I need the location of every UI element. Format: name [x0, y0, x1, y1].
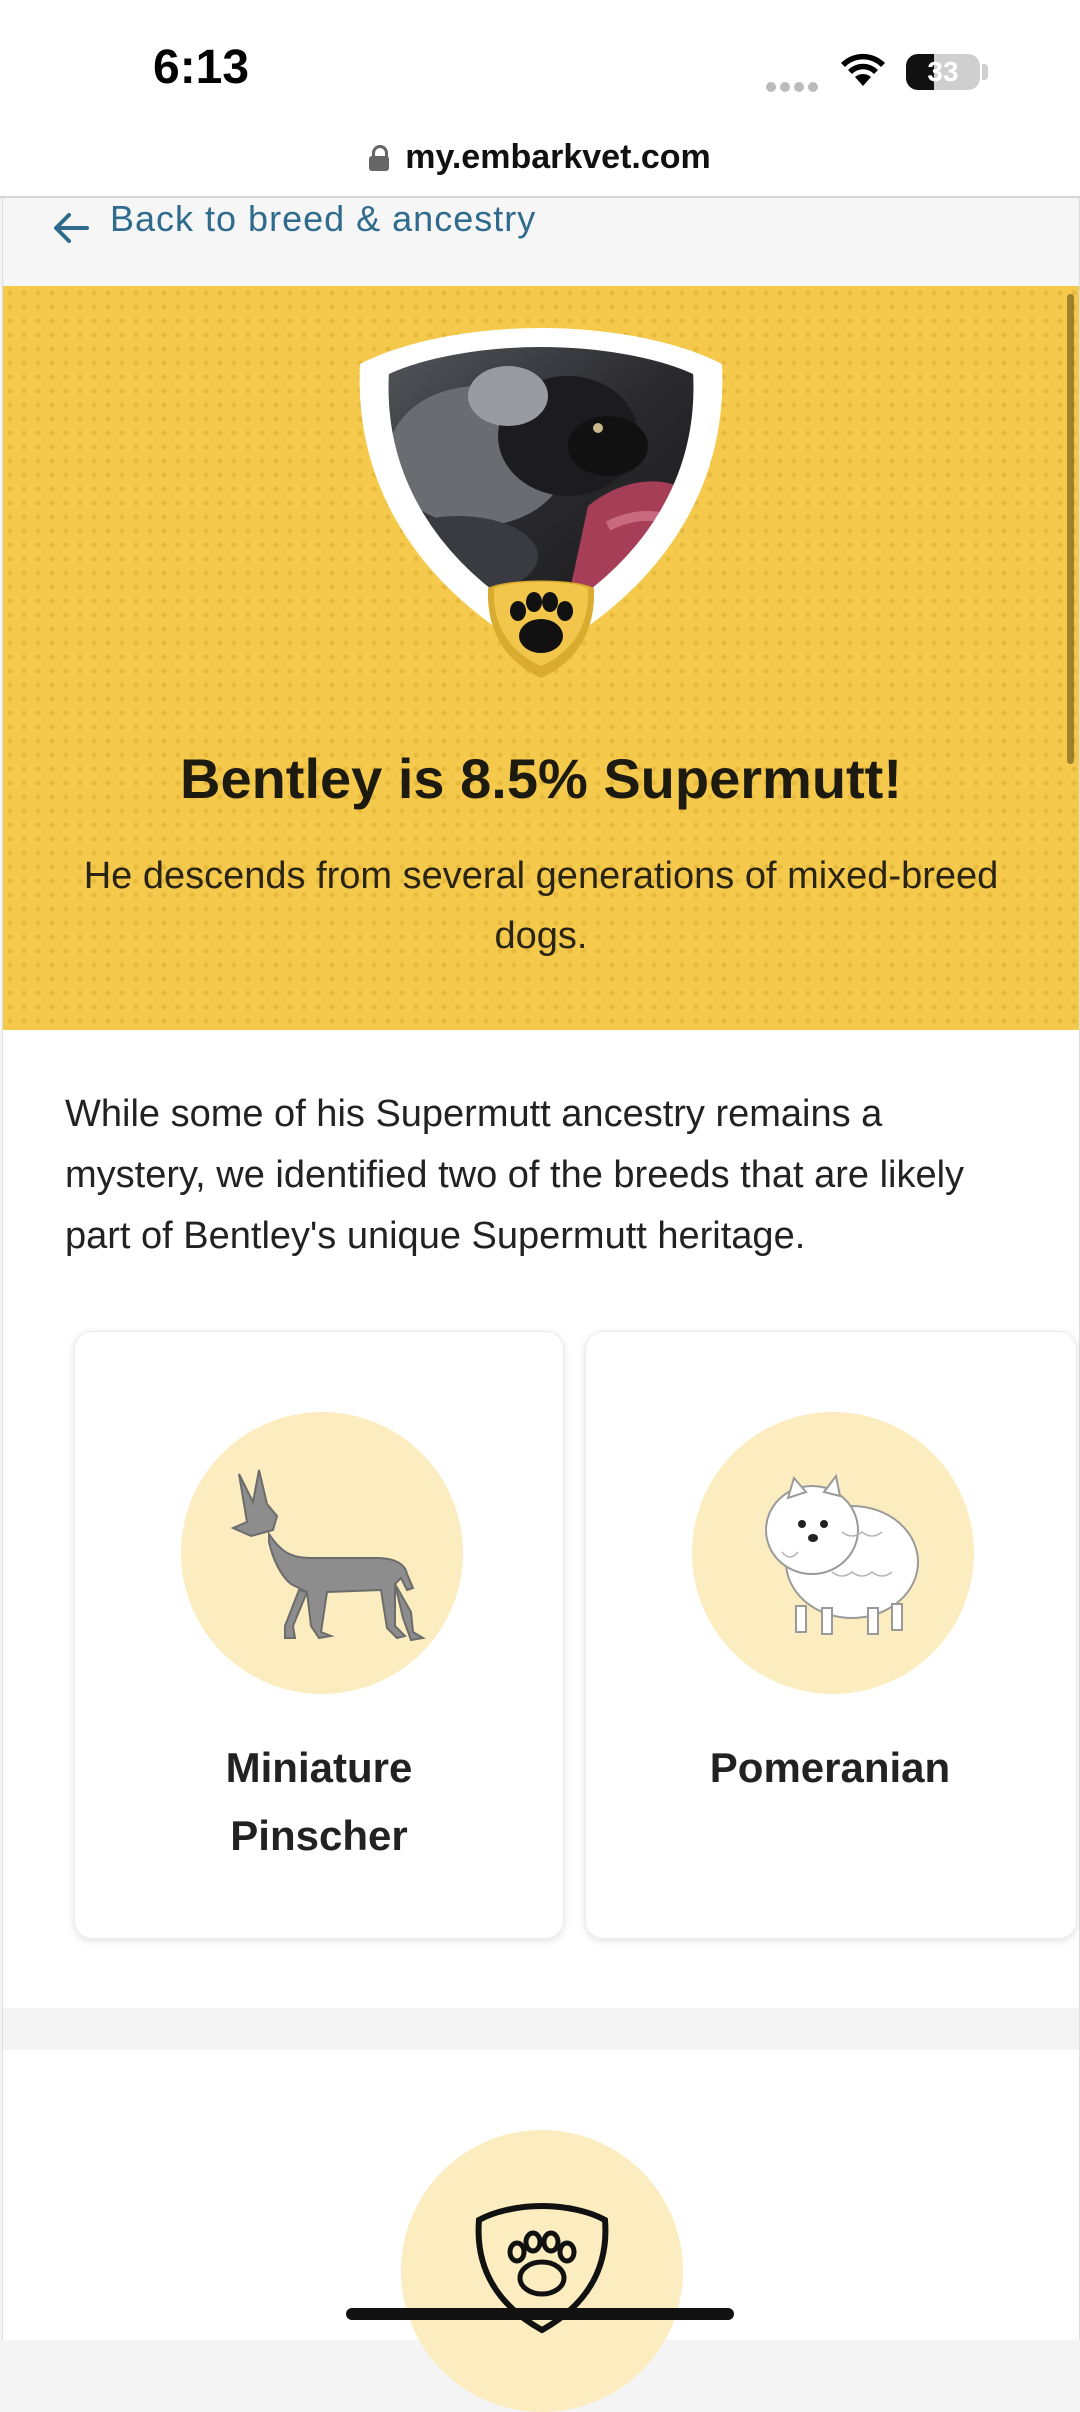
breed-name-pomeranian: Pomeranian: [709, 1744, 951, 1791]
dog-photo-shield: [358, 326, 724, 706]
section-divider: [3, 2008, 1079, 2050]
supermutt-description: While some of his Supermutt ancestry rem…: [65, 1093, 965, 1257]
breed-card-miniature-pinscher[interactable]: Miniature Pinscher: [74, 1331, 564, 1939]
battery-tip: [982, 64, 988, 80]
pomeranian-illustration: [692, 1412, 974, 1694]
back-link-label: Back to breed & ancestry: [110, 198, 537, 239]
supermutt-title: Bentley is 8.5% Supermutt!: [180, 747, 902, 810]
browser-url-bar[interactable]: my.embarkvet.com: [0, 130, 1080, 198]
supermutt-hero: Bentley is 8.5% Supermutt! He descends f…: [3, 286, 1079, 1030]
page-content: Back to breed & ancestry Bentley is 8.5%…: [2, 198, 1080, 2412]
cellular-signal-icon: [766, 79, 822, 97]
paw-shield-icon: [401, 2130, 683, 2412]
url-text: my.embarkvet.com: [405, 138, 711, 176]
status-time: 6:13: [153, 41, 250, 94]
arrow-left-icon: [51, 208, 91, 253]
battery-icon: 33: [906, 54, 980, 90]
status-bar: 6:13 33: [0, 0, 1080, 130]
back-link[interactable]: Back to breed & ancestry: [3, 198, 1079, 286]
home-indicator[interactable]: [346, 2308, 734, 2320]
miniature-pinscher-illustration: [181, 1412, 463, 1694]
battery-level: 33: [927, 56, 959, 87]
breed-card-pomeranian[interactable]: Pomeranian: [585, 1331, 1077, 1939]
breed-name-miniature-pinscher: Miniature Pinscher: [225, 1744, 413, 1859]
supermutt-subtitle: He descends from several generations of …: [83, 855, 999, 957]
scrollbar[interactable]: [1067, 294, 1074, 764]
lock-icon: [369, 144, 390, 171]
wifi-icon: [838, 50, 888, 93]
